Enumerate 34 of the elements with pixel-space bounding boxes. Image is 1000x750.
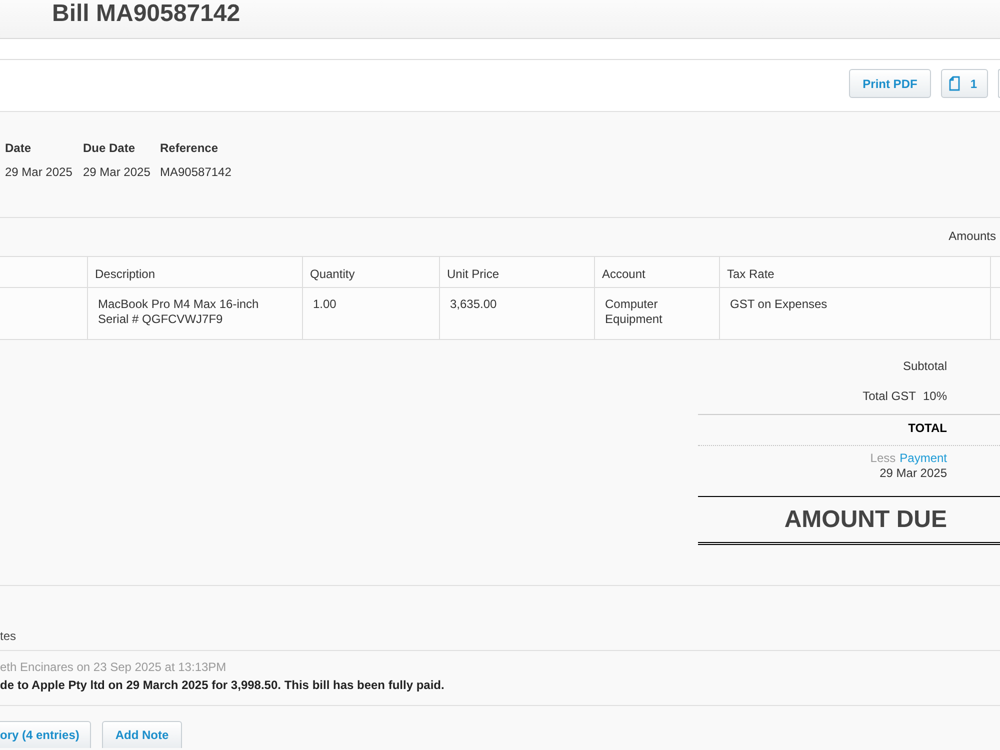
attachments-button[interactable]: 1 <box>941 69 988 98</box>
add-note-button[interactable]: Add Note <box>102 721 182 748</box>
column-header: Description <box>95 267 156 281</box>
table-cell-text: Computer Equipment <box>605 297 664 327</box>
table-cell: 1.00 <box>313 297 336 312</box>
column-header: Tax Rate <box>727 267 774 281</box>
column-header: Account <box>602 267 646 281</box>
gst-label: Total GST <box>862 388 916 404</box>
field-label: Reference <box>160 140 218 156</box>
less-label: Less <box>870 451 896 466</box>
print-pdf-button[interactable]: Print PDF <box>848 69 932 98</box>
amounts-note: Amounts <box>948 228 996 245</box>
field-value: 29 Mar 2025 <box>83 164 150 180</box>
payment-date: 29 Mar 2025 <box>880 466 947 481</box>
amount-due-label: AMOUNT DUE <box>784 506 947 534</box>
gst-rate: 10% <box>922 388 947 404</box>
total-label: TOTAL <box>908 420 947 436</box>
history-button[interactable]: ory (4 entries) <box>0 721 92 748</box>
field-value: 29 Mar 2025 <box>5 164 72 180</box>
column-header: Unit Price <box>447 267 500 281</box>
payment-link[interactable]: Payment <box>900 451 947 466</box>
note-text: de to Apple Pty ltd on 29 March 2025 for 3,998.50. This bill has been fully paid. <box>0 677 444 693</box>
document-icon <box>949 76 960 91</box>
field-value: MA90587142 <box>160 164 232 180</box>
table-cell: MacBook Pro M4 Max 16-inch Serial # QGFCVWJ7F9 <box>98 297 259 327</box>
subtotal-label: Subtotal <box>902 358 947 374</box>
field-label: Due Date <box>83 140 136 156</box>
column-header: Quantity <box>310 267 355 281</box>
page-title: Bill MA90587142 <box>52 0 242 28</box>
table-cell: 3,635.00 <box>450 297 497 312</box>
notes-heading: tes <box>0 629 16 643</box>
table-cell: GST on Expenses <box>730 297 828 312</box>
note-meta: eth Encinares on 23 Sep 2025 at 13:13PM <box>0 659 226 675</box>
field-label: Date <box>5 140 32 156</box>
